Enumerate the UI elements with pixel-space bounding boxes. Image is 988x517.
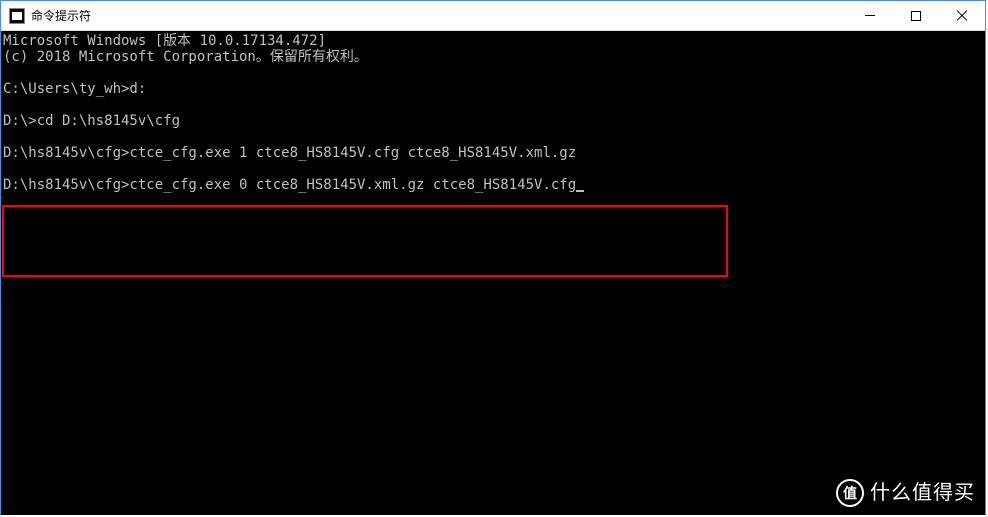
minimize-button[interactable] — [847, 1, 893, 30]
maximize-button[interactable] — [893, 1, 939, 30]
titlebar[interactable]: 命令提示符 — [1, 1, 985, 31]
command-prompt-window: 命令提示符 Microsoft Windows [版本 10.0.17134.4… — [0, 0, 986, 515]
watermark-text: 什么值得买 — [870, 485, 975, 501]
watermark: 值 什么值得买 — [836, 479, 975, 507]
terminal-line: Microsoft Windows [版本 10.0.17134.472] — [3, 33, 983, 49]
highlight-annotation — [2, 205, 728, 277]
terminal-line: (c) 2018 Microsoft Corporation。保留所有权利。 — [3, 49, 983, 65]
terminal-command: D:\hs8145v\cfg>ctce_cfg.exe 0 ctce8_HS81… — [3, 177, 576, 193]
maximize-icon — [911, 11, 921, 21]
close-icon — [956, 10, 968, 22]
window-title: 命令提示符 — [31, 7, 847, 24]
terminal-blank — [3, 161, 983, 177]
window-controls — [847, 1, 985, 30]
cmd-icon-text — [12, 12, 22, 20]
close-button[interactable] — [939, 1, 985, 30]
terminal-line: C:\Users\ty_wh>d: — [3, 81, 983, 97]
terminal-line: D:\hs8145v\cfg>ctce_cfg.exe 1 ctce8_HS81… — [3, 145, 983, 161]
cursor-icon — [576, 190, 584, 192]
watermark-logo-icon: 值 — [836, 479, 864, 507]
terminal-blank — [3, 129, 983, 145]
terminal-blank — [3, 65, 983, 81]
terminal-line: D:\>cd D:\hs8145v\cfg — [3, 113, 983, 129]
terminal-output[interactable]: Microsoft Windows [版本 10.0.17134.472] (c… — [1, 31, 985, 515]
cmd-icon — [9, 8, 25, 24]
minimize-icon — [865, 15, 875, 16]
terminal-line: D:\hs8145v\cfg>ctce_cfg.exe 0 ctce8_HS81… — [3, 177, 983, 193]
terminal-blank — [3, 97, 983, 113]
